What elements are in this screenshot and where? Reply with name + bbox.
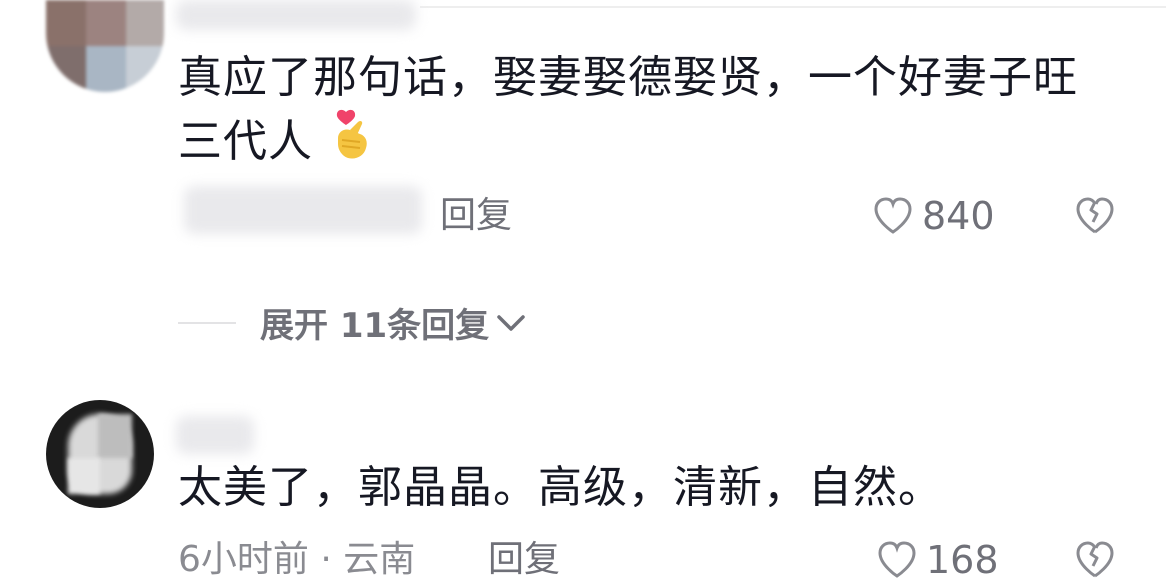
dislike-button[interactable] [1074,196,1116,240]
comment-text: 太美了，郭晶晶。高级，清新，自然。 [178,456,943,520]
comment-text-line-1: 真应了那句话，娶妻娶德娶贤，一个好妻子旺 [178,52,1078,103]
avatar-commenter-2[interactable] [46,400,154,508]
broken-heart-icon [1076,541,1114,578]
expand-replies-label: 展开 11条回复 [260,306,490,346]
username-blurred[interactable] [176,416,254,454]
chevron-down-icon [497,314,525,331]
like-count: 168 [926,538,999,582]
timestamp-blurred [184,186,422,234]
username-blurred[interactable] [176,0,416,30]
reply-button[interactable]: 回复 [488,538,560,582]
finger-heart-emoji [332,108,374,180]
avatar-commenter-1[interactable] [46,0,164,92]
like-button[interactable]: 840 [872,194,995,238]
expand-divider [178,321,236,324]
like-count: 840 [922,194,995,238]
dislike-button[interactable] [1074,540,1116,584]
comment-text: 真应了那句话，娶妻娶德娶贤，一个好妻子旺 [178,46,1078,110]
reply-button[interactable]: 回复 [440,194,512,238]
comment-text-line-2: 三代人 [178,116,313,167]
comment-text-line-1: 太美了，郭晶晶。高级，清新，自然。 [178,462,943,513]
broken-heart-icon [1076,197,1114,234]
heart-outline-icon [878,541,916,578]
comment-text-line-2-wrap: 三代人 [178,108,374,180]
comment-meta: 6小时前 · 云南 [178,539,416,580]
heart-outline-icon [874,197,912,234]
expand-replies-button[interactable]: 展开 11条回复 [178,298,527,347]
like-button[interactable]: 168 [876,538,999,582]
top-divider [420,6,1166,8]
